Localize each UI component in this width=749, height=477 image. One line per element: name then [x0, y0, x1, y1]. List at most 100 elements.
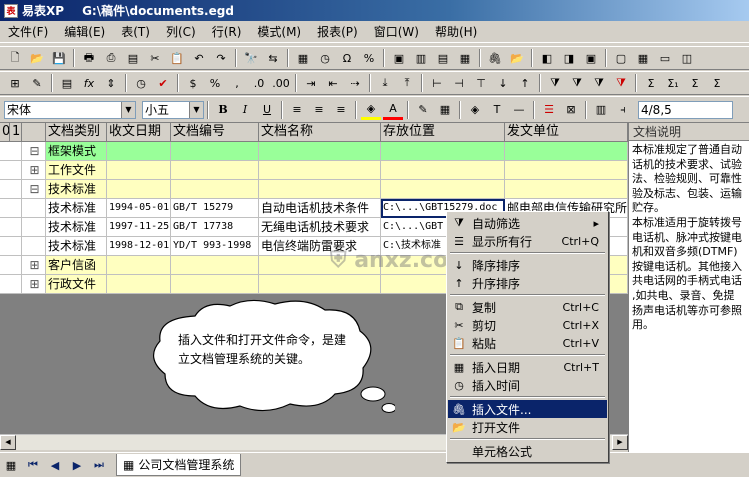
function-icon[interactable]: fx	[79, 73, 99, 93]
menu-edit[interactable]: 编辑(E)	[56, 21, 113, 43]
cell-reference[interactable]: 4/8,5	[638, 100, 733, 119]
calc-icon[interactable]: ▤	[57, 73, 77, 93]
timer-icon[interactable]: ◷	[131, 73, 151, 93]
symbol-icon[interactable]: Ω	[337, 48, 357, 68]
delete-col-icon[interactable]: ⇤	[323, 73, 343, 93]
grid-cell[interactable]	[107, 275, 171, 294]
context-menu-item[interactable]: 🖇 插入文件...	[448, 400, 607, 418]
next-sheet-icon[interactable]: ▶	[67, 455, 87, 475]
align-center-icon[interactable]: ≡	[309, 100, 329, 120]
grid-cell[interactable]	[107, 256, 171, 275]
paste-icon[interactable]: 📋	[167, 48, 187, 68]
sum-icon[interactable]: Σ	[641, 73, 661, 93]
grid-cell[interactable]	[259, 275, 381, 294]
grid-cell[interactable]	[259, 142, 381, 161]
bold-icon[interactable]: B	[213, 100, 233, 120]
clear-filter-icon[interactable]: ⧩	[611, 73, 631, 93]
window-icon[interactable]: ▭	[655, 48, 675, 68]
underline-icon[interactable]: U	[257, 100, 277, 120]
font-select[interactable]: 宋体 ▼	[4, 100, 136, 119]
image-icon[interactable]: ▣	[389, 48, 409, 68]
grid-cell[interactable]	[259, 180, 381, 199]
column-header[interactable]: 文档名称	[259, 123, 381, 142]
tree-toggle-icon[interactable]: ⊞	[22, 161, 46, 180]
tree3-icon[interactable]: ⊤	[471, 73, 491, 93]
save-icon[interactable]: 💾	[49, 48, 69, 68]
grid-cell[interactable]: 1998-12-01	[107, 237, 171, 256]
sort-za-icon[interactable]: ↑	[515, 73, 535, 93]
context-menu-item[interactable]: ⧉ 复制 Ctrl+C	[448, 298, 607, 316]
format-painter-icon[interactable]: ◈	[465, 100, 485, 120]
align-right-icon[interactable]: ≡	[331, 100, 351, 120]
grid-cell[interactable]	[381, 142, 505, 161]
context-menu-item[interactable]: 单元格公式	[448, 442, 607, 460]
page-setup-icon[interactable]: ▤	[123, 48, 143, 68]
grid-cell[interactable]	[505, 161, 628, 180]
level-header[interactable]: 0	[0, 123, 10, 142]
table-icon[interactable]: ▦	[455, 48, 475, 68]
font-color-icon[interactable]: A	[383, 100, 403, 120]
layout2-icon[interactable]: ◨	[559, 48, 579, 68]
grid-cell[interactable]: 框架模式	[46, 142, 107, 161]
grid-cell[interactable]	[171, 256, 259, 275]
grid-cell[interactable]: 行政文件	[46, 275, 107, 294]
menu-report[interactable]: 报表(P)	[309, 21, 366, 43]
special-char-icon[interactable]: %	[359, 48, 379, 68]
freeze-icon[interactable]: ▥	[591, 100, 611, 120]
move-col-icon[interactable]: ⇢	[345, 73, 365, 93]
scroll-right-icon[interactable]: ▶	[612, 435, 628, 450]
filter-icon[interactable]: ⧩	[545, 73, 565, 93]
sum-row-icon[interactable]: Σ	[685, 73, 705, 93]
open-file-icon[interactable]: 📂	[507, 48, 527, 68]
grid-cell[interactable]	[381, 180, 505, 199]
percent-icon[interactable]: %	[205, 73, 225, 93]
column-header[interactable]: 收文日期	[107, 123, 171, 142]
level-header[interactable]: 1	[10, 123, 22, 142]
column-header[interactable]: 存放位置	[381, 123, 505, 142]
sum-x-icon[interactable]: Σ₁	[663, 73, 683, 93]
line-icon[interactable]: —	[509, 100, 529, 120]
border-icon[interactable]: ▦	[435, 100, 455, 120]
grid-cell[interactable]: 无绳电话机技术要求	[259, 218, 381, 237]
print-preview-icon[interactable]: 🖶	[79, 48, 99, 68]
menu-row[interactable]: 行(R)	[204, 21, 250, 43]
replace-icon[interactable]: ⇆	[263, 48, 283, 68]
grid-cell[interactable]	[107, 180, 171, 199]
grid-cell[interactable]: 1994-05-01	[107, 199, 171, 218]
grid-cell[interactable]	[259, 161, 381, 180]
sum-col-icon[interactable]: Σ	[707, 73, 727, 93]
sort-az-icon[interactable]: ↓	[493, 73, 513, 93]
insert-col-icon[interactable]: ⇥	[301, 73, 321, 93]
updown-icon[interactable]: ⇕	[101, 73, 121, 93]
report-icon[interactable]: ▤	[433, 48, 453, 68]
tree-toggle-icon[interactable]: ⊟	[22, 142, 46, 161]
delete-row-icon[interactable]: ⤒	[397, 73, 417, 93]
column-header[interactable]: 发文单位	[505, 123, 628, 142]
size-select[interactable]: 小五 ▼	[142, 100, 204, 119]
edit-row-icon[interactable]: ✎	[27, 73, 47, 93]
split-icon[interactable]: ◫	[677, 48, 697, 68]
chart-icon[interactable]: ▥	[411, 48, 431, 68]
align-left-icon[interactable]: ≡	[287, 100, 307, 120]
column-header[interactable]: 文档类别	[46, 123, 107, 142]
add-row-icon[interactable]: ⊞	[5, 73, 25, 93]
cut-icon[interactable]: ✂	[145, 48, 165, 68]
column-header[interactable]: 文档编号	[171, 123, 259, 142]
grid-cell[interactable]	[171, 142, 259, 161]
context-menu-item[interactable]: ☰ 显示所有行 Ctrl+Q	[448, 232, 607, 250]
filter3-icon[interactable]: ⧩	[589, 73, 609, 93]
context-menu-item[interactable]: 📂 打开文件	[448, 418, 607, 436]
context-menu-item[interactable]: ⧩ 自动筛选 ▸	[448, 214, 607, 232]
grid-cell[interactable]	[107, 161, 171, 180]
undo-icon[interactable]: ↶	[189, 48, 209, 68]
grid-cell[interactable]: 技术标准	[46, 199, 107, 218]
new-file-icon[interactable]: 🗋	[5, 48, 25, 68]
menu-file[interactable]: 文件(F)	[0, 21, 56, 43]
dec-decimal-icon[interactable]: .00	[271, 73, 291, 93]
comma-icon[interactable]: ,	[227, 73, 247, 93]
grid-cell[interactable]	[171, 161, 259, 180]
menu-table[interactable]: 表(T)	[113, 21, 158, 43]
grid-cell[interactable]: 客户信函	[46, 256, 107, 275]
split-col-icon[interactable]: ⫞	[613, 100, 633, 120]
sheet-grid-icon[interactable]: ▦	[1, 455, 21, 475]
